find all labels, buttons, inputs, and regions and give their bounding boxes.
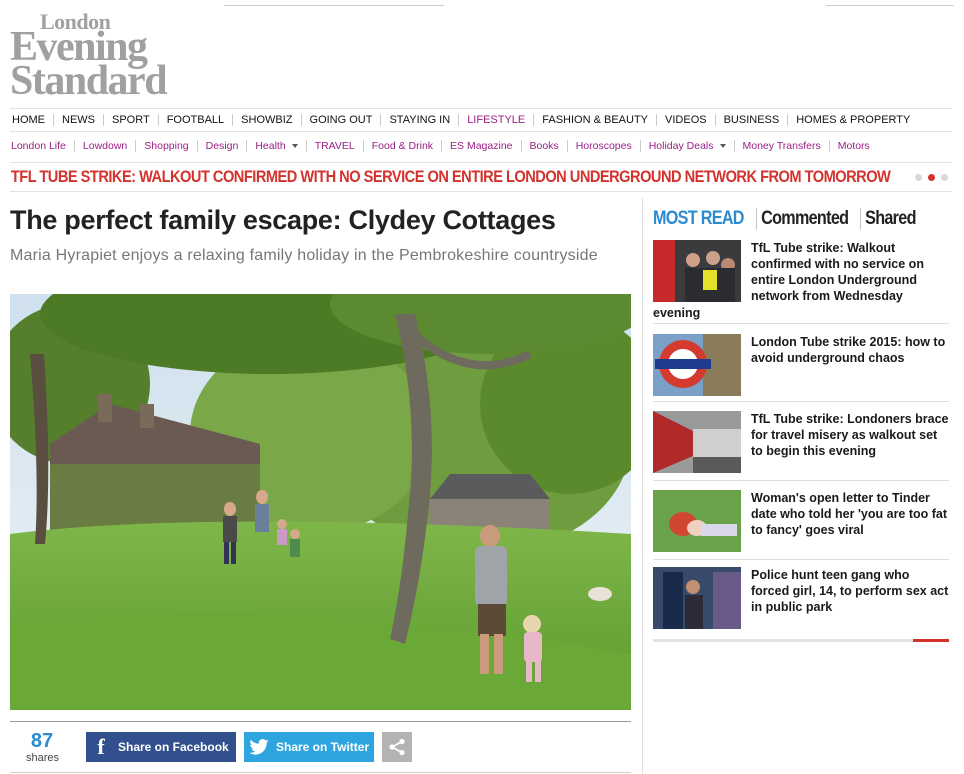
story-thumbnail <box>653 490 741 552</box>
subnav-item-design[interactable]: Design <box>198 140 248 152</box>
nav-item-showbiz[interactable]: SHOWBIZ <box>233 114 302 126</box>
facebook-icon: f <box>97 734 105 759</box>
share-count-number: 87 <box>30 730 54 752</box>
ticker-dot[interactable] <box>915 174 922 181</box>
story-title: London Tube strike 2015: how to avoid un… <box>751 335 946 365</box>
caret-down-icon <box>719 144 726 149</box>
ticker-dot-active[interactable] <box>928 174 935 181</box>
subnav-item-books[interactable]: Books <box>522 140 568 152</box>
share-bar: 87 shares f Share on Facebook Share on T… <box>10 721 631 773</box>
nav-item-home[interactable]: HOME <box>10 114 54 126</box>
breaking-news-headline[interactable]: TFL TUBE STRIKE: WALKOUT CONFIRMED WITH … <box>10 167 891 187</box>
sidebar-story[interactable]: Woman's open letter to Tinder date who t… <box>653 490 949 560</box>
share-twitter-label: Share on Twitter <box>276 740 370 754</box>
ticker-pagination <box>915 174 948 181</box>
subnav-item-food-drink[interactable]: Food & Drink <box>364 140 443 152</box>
primary-nav: HOME NEWS SPORT FOOTBALL SHOWBIZ GOING O… <box>10 108 952 132</box>
nav-item-going-out[interactable]: GOING OUT <box>302 114 382 126</box>
nav-item-lifestyle[interactable]: LIFESTYLE <box>459 114 535 126</box>
secondary-nav: London Life Lowdown Shopping Design Heal… <box>10 135 952 157</box>
share-count: 87 shares <box>26 730 60 764</box>
subnav-item-shopping[interactable]: Shopping <box>136 140 198 152</box>
share-facebook-label: Share on Facebook <box>118 740 229 754</box>
twitter-icon <box>248 736 270 758</box>
article-standfirst: Maria Hyrapiet enjoys a relaxing family … <box>10 247 598 264</box>
subnav-item-health-label: Health <box>255 140 286 152</box>
subnav-item-horoscopes[interactable]: Horoscopes <box>568 140 641 152</box>
story-thumbnail <box>653 334 741 396</box>
story-title: TfL Tube strike: Londoners brace for tra… <box>751 412 949 458</box>
nav-item-videos[interactable]: VIDEOS <box>657 114 716 126</box>
ticker-dot[interactable] <box>941 174 948 181</box>
article-headline: The perfect family escape: Clydey Cottag… <box>10 205 556 235</box>
subnav-item-motors[interactable]: Motors <box>830 140 878 152</box>
sidebar-story[interactable]: TfL Tube strike: Walkout confirmed with … <box>653 240 949 324</box>
subnav-item-holiday-deals[interactable]: Holiday Deals <box>641 140 735 152</box>
tab-most-read[interactable]: MOST READ <box>653 208 747 230</box>
subnav-item-health[interactable]: Health <box>247 140 307 152</box>
share-icon <box>389 738 405 756</box>
article-hero-image <box>10 294 631 710</box>
share-count-label: shares <box>26 752 60 764</box>
share-more-button[interactable] <box>382 732 412 762</box>
subnav-item-holiday-deals-label: Holiday Deals <box>648 140 714 152</box>
nav-item-business[interactable]: BUSINESS <box>716 114 789 126</box>
sidebar-progress-bar <box>653 639 949 642</box>
subnav-item-travel[interactable]: TRAVEL <box>307 140 364 152</box>
story-thumbnail <box>653 411 741 473</box>
subnav-item-london-life[interactable]: London Life <box>10 140 75 152</box>
top-ad-slot-right <box>826 0 954 6</box>
sidebar-story[interactable]: Police hunt teen gang who forced girl, 1… <box>653 567 949 637</box>
sidebar: MOST READ Commented Shared TfL Tube stri… <box>642 198 952 774</box>
story-thumbnail <box>653 240 741 302</box>
story-title: Woman's open letter to Tinder date who t… <box>751 491 948 537</box>
sidebar-story[interactable]: TfL Tube strike: Londoners brace for tra… <box>653 411 949 481</box>
nav-item-sport[interactable]: SPORT <box>104 114 159 126</box>
story-title-overflow: evening <box>653 306 701 320</box>
logo[interactable]: London Evening Standard <box>10 10 230 104</box>
logo-line-3: Standard <box>10 58 168 104</box>
sidebar-tabs: MOST READ Commented Shared <box>653 208 922 230</box>
breaking-news-ticker: TFL TUBE STRIKE: WALKOUT CONFIRMED WITH … <box>10 162 952 192</box>
story-title: TfL Tube strike: Walkout confirmed with … <box>751 241 924 303</box>
nav-item-homes-property[interactable]: HOMES & PROPERTY <box>788 114 918 126</box>
story-thumbnail <box>653 567 741 629</box>
nav-item-news[interactable]: NEWS <box>54 114 104 126</box>
share-twitter-button[interactable]: Share on Twitter <box>244 732 374 762</box>
tab-commented[interactable]: Commented <box>755 208 852 230</box>
subnav-item-money-transfers[interactable]: Money Transfers <box>735 140 830 152</box>
nav-item-football[interactable]: FOOTBALL <box>159 114 234 126</box>
nav-item-fashion-beauty[interactable]: FASHION & BEAUTY <box>534 114 658 126</box>
share-facebook-button[interactable]: f Share on Facebook <box>86 732 236 762</box>
subnav-item-lowdown[interactable]: Lowdown <box>75 140 137 152</box>
tab-shared[interactable]: Shared <box>860 208 919 230</box>
subnav-item-es-magazine[interactable]: ES Magazine <box>442 140 522 152</box>
top-ad-slot <box>224 0 444 6</box>
caret-down-icon <box>291 144 298 149</box>
story-title: Police hunt teen gang who forced girl, 1… <box>751 568 949 614</box>
sidebar-story[interactable]: London Tube strike 2015: how to avoid un… <box>653 334 949 402</box>
nav-item-staying-in[interactable]: STAYING IN <box>381 114 460 126</box>
